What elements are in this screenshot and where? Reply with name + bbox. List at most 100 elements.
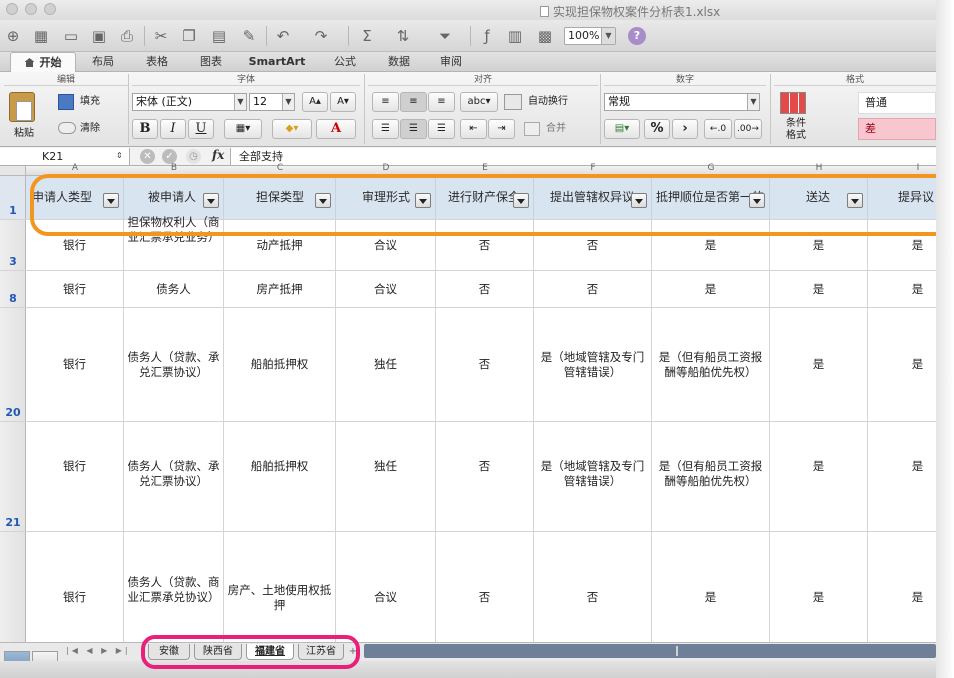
align-left-button[interactable]: ☰ (372, 119, 399, 139)
filter-icon[interactable]: ⏷ (434, 25, 456, 47)
header-cell[interactable]: 抵押顺位是否第一的 (652, 176, 770, 219)
table-cell[interactable]: 是 (652, 271, 770, 307)
filter-dropdown-icon[interactable] (315, 193, 331, 208)
tab-tables[interactable]: 表格 (134, 52, 180, 72)
paste-small-icon[interactable]: ▤ (208, 25, 230, 47)
decrease-indent-button[interactable]: ⇤ (460, 119, 487, 139)
column-letter[interactable]: E (436, 163, 534, 173)
header-cell[interactable]: 进行财产保全 (436, 176, 534, 219)
increase-font-button[interactable]: A▴ (302, 92, 328, 112)
zoom-select[interactable]: 100% ▼ (564, 27, 616, 45)
increase-decimal-button[interactable]: ←.0 (704, 119, 732, 139)
column-letter[interactable]: G (652, 163, 770, 173)
header-cell[interactable]: 申请人类型 (26, 176, 124, 219)
table-cell[interactable]: 是（地域管辖及专门管辖错误） (534, 422, 652, 531)
table-cell[interactable]: 独任 (336, 422, 436, 531)
increase-indent-button[interactable]: ⇥ (488, 119, 515, 139)
table-cell[interactable]: 银行 (26, 220, 124, 270)
gallery-icon[interactable]: ▦ (30, 25, 52, 47)
tab-home[interactable]: 开始 (10, 52, 76, 73)
table-cell[interactable]: 否 (436, 532, 534, 642)
select-all-corner[interactable] (0, 166, 26, 176)
percent-button[interactable]: % (644, 119, 670, 139)
underline-button[interactable]: U (188, 119, 214, 139)
confirm-icon[interactable]: ✓ (162, 149, 177, 164)
table-cell[interactable]: 是 (770, 271, 868, 307)
table-cell[interactable]: 否 (436, 220, 534, 270)
column-letter[interactable]: F (534, 163, 652, 173)
header-cell[interactable]: 被申请人 (124, 176, 224, 219)
table-cell[interactable]: 是 (652, 220, 770, 270)
scrollbar-divider[interactable] (676, 646, 678, 656)
add-sheet-icon[interactable]: + (346, 645, 360, 659)
table-cell[interactable]: 独任 (336, 308, 436, 421)
table-cell[interactable]: 是（地域管辖及专门管辖错误） (534, 308, 652, 421)
table-cell[interactable]: 是 (652, 532, 770, 642)
table-cell[interactable]: 否 (534, 220, 652, 270)
table-cell[interactable]: 担保物权利人（商业汇票承兑业务） (124, 215, 224, 271)
align-middle-button[interactable]: ≡ (400, 92, 427, 112)
tab-formulas[interactable]: 公式 (322, 52, 368, 72)
table-cell[interactable]: 是（但有船员工资报酬等船舶优先权） (652, 308, 770, 421)
row-number[interactable]: 1 (0, 176, 26, 219)
table-cell[interactable]: 否 (534, 271, 652, 307)
column-letter[interactable]: A (26, 163, 124, 173)
row-number[interactable] (0, 532, 26, 642)
clear-button[interactable]: 清除 (80, 121, 100, 137)
header-cell[interactable]: 担保类型 (224, 176, 336, 219)
decrease-font-button[interactable]: A▾ (330, 92, 356, 112)
toolbox-icon[interactable]: ▥ (504, 25, 526, 47)
number-format-select[interactable]: 常规 ▼ (604, 93, 760, 111)
table-cell[interactable]: 是 (770, 308, 868, 421)
style-normal[interactable]: 普通 (858, 92, 936, 114)
tab-charts[interactable]: 图表 (188, 52, 234, 72)
format-painter-icon[interactable]: ✎ (238, 25, 260, 47)
undo-icon[interactable]: ↶ (272, 25, 294, 47)
comma-style-button[interactable]: › (672, 119, 698, 139)
filter-dropdown-icon[interactable] (203, 193, 219, 208)
table-cell[interactable]: 房产、土地使用权抵押 (224, 532, 336, 642)
fill-color-button[interactable]: ◆▾ (272, 119, 312, 139)
table-cell[interactable]: 否 (534, 532, 652, 642)
table-cell[interactable]: 银行 (26, 422, 124, 531)
align-top-button[interactable]: ≡ (372, 92, 399, 112)
header-cell[interactable]: 提出管辖权异议 (534, 176, 652, 219)
tab-layout[interactable]: 布局 (80, 52, 126, 72)
wrap-text-button[interactable]: 自动换行 (528, 94, 568, 110)
table-cell[interactable]: 否 (436, 422, 534, 531)
italic-button[interactable]: I (160, 119, 186, 139)
table-cell[interactable]: 船舶抵押权 (224, 422, 336, 531)
fill-button[interactable]: 填充 (80, 94, 100, 110)
table-cell[interactable]: 是 (770, 422, 868, 531)
close-window-button[interactable] (6, 3, 18, 15)
sheet-tab-jiangsu[interactable]: 江苏省 (298, 644, 344, 660)
eraser-icon[interactable] (58, 122, 76, 134)
style-bad[interactable]: 差 (858, 118, 936, 140)
table-cell[interactable]: 是 (868, 532, 936, 642)
header-cell[interactable]: 审理形式 (336, 176, 436, 219)
row-number[interactable]: 8 (0, 271, 26, 307)
sheet-tab-shaanxi[interactable]: 陕西省 (194, 644, 242, 660)
sheet-tab-fujian[interactable]: 福建省 (246, 644, 294, 660)
row-number[interactable]: 3 (0, 220, 26, 270)
filter-dropdown-icon[interactable] (847, 193, 863, 208)
table-cell[interactable]: 是 (770, 220, 868, 270)
column-letter[interactable]: D (336, 163, 436, 173)
row-number[interactable]: 21 (0, 422, 26, 531)
filter-dropdown-icon[interactable] (415, 193, 431, 208)
cancel-icon[interactable]: ✕ (140, 149, 155, 164)
table-cell[interactable]: 是 (868, 220, 936, 270)
align-center-button[interactable]: ☰ (400, 119, 427, 139)
table-cell[interactable]: 债务人（贷款、承兑汇票协议） (124, 422, 224, 531)
print-icon[interactable]: ⎙ (116, 25, 138, 47)
tab-smartart[interactable]: SmartArt (242, 52, 312, 72)
table-cell[interactable]: 否 (436, 271, 534, 307)
merge-button[interactable]: 合并 (546, 121, 566, 137)
align-right-button[interactable]: ☰ (428, 119, 455, 139)
conditional-format-label-2[interactable]: 格式 (786, 130, 806, 142)
fill-icon[interactable] (58, 94, 74, 110)
table-cell[interactable]: 银行 (26, 271, 124, 307)
font-color-button[interactable]: A (316, 119, 356, 139)
table-cell[interactable]: 银行 (26, 532, 124, 642)
horizontal-scrollbar[interactable] (364, 644, 936, 658)
